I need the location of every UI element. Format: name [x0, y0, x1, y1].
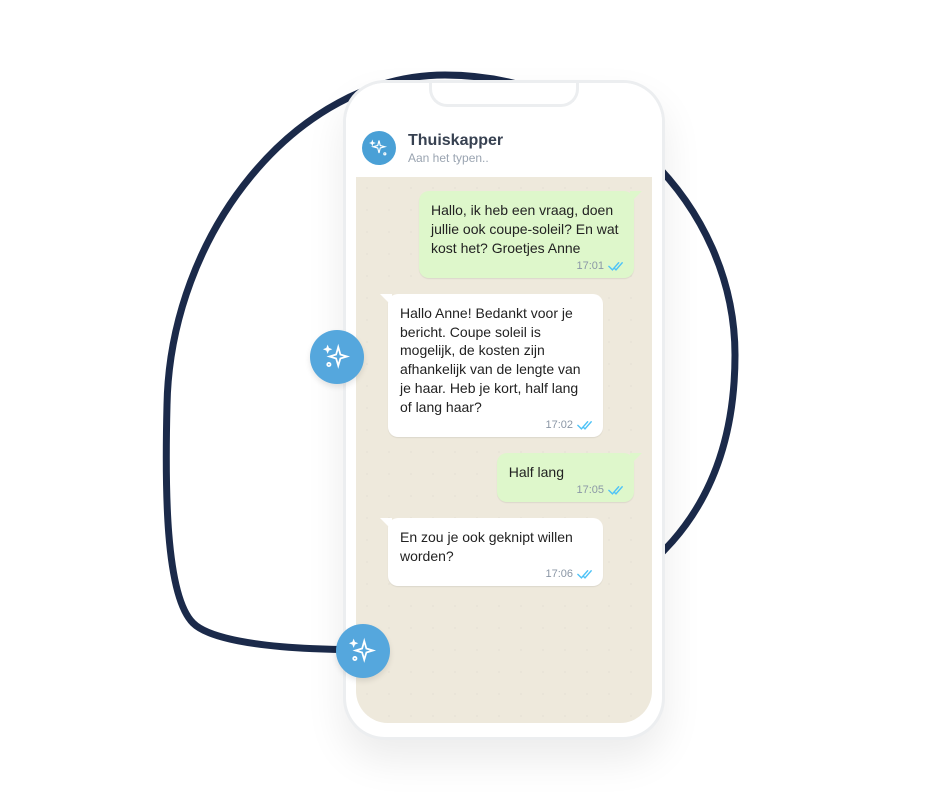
ai-badge — [310, 330, 364, 384]
message-bubble-received[interactable]: En zou je ook geknipt willen worden? 17:… — [388, 518, 603, 586]
message-text: Hallo Anne! Bedankt voor je bericht. Cou… — [400, 305, 581, 415]
sparkle-icon — [322, 342, 352, 372]
phone-frame: Thuiskapper Aan het typen.. Hallo, ik he… — [343, 80, 665, 740]
message-bubble-sent[interactable]: Half lang 17:05 — [497, 453, 634, 502]
ai-badge — [336, 624, 390, 678]
typing-indicator: Aan het typen.. — [408, 151, 503, 165]
message-time: 17:06 — [545, 567, 573, 582]
double-check-icon — [577, 569, 593, 580]
contact-avatar[interactable] — [362, 131, 396, 165]
header-text: Thuiskapper Aan het typen.. — [408, 131, 503, 165]
message-time: 17:01 — [576, 259, 604, 274]
message-text: En zou je ook geknipt willen worden? — [400, 529, 573, 564]
contact-name: Thuiskapper — [408, 131, 503, 150]
message-text: Hallo, ik heb een vraag, doen jullie ook… — [431, 202, 619, 256]
double-check-icon — [608, 261, 624, 272]
sparkle-icon — [348, 636, 378, 666]
double-check-icon — [577, 420, 593, 431]
sparkle-icon — [369, 138, 389, 158]
message-list: Hallo, ik heb een vraag, doen jullie ook… — [356, 177, 652, 600]
double-check-icon — [608, 485, 624, 496]
message-bubble-received[interactable]: Hallo Anne! Bedankt voor je bericht. Cou… — [388, 294, 603, 437]
message-text: Half lang — [509, 464, 564, 480]
chat-area[interactable]: Hallo, ik heb een vraag, doen jullie ook… — [356, 177, 652, 723]
message-time: 17:02 — [545, 418, 573, 433]
phone-notch — [429, 81, 579, 107]
message-bubble-sent[interactable]: Hallo, ik heb een vraag, doen jullie ook… — [419, 191, 634, 278]
message-time: 17:05 — [576, 483, 604, 498]
